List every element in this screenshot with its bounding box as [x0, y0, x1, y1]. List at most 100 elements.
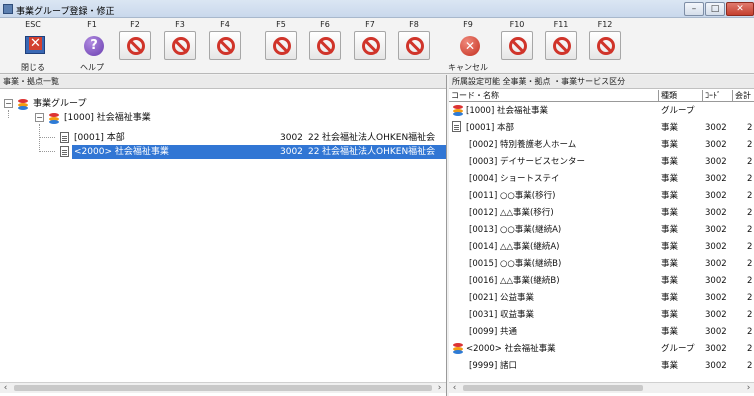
column-header-accounting[interactable]: 会計: [733, 90, 754, 102]
disabled-icon: [273, 37, 291, 55]
table-row[interactable]: [0004] ショートステイ 事業 3002 2: [449, 172, 754, 186]
f8-key-group: F8: [394, 18, 434, 74]
help-button[interactable]: ?: [76, 31, 108, 60]
tree-node-business[interactable]: [0001] 本部 3002 22 社会福祉法人OHKEN福祉会: [58, 131, 446, 145]
f12-key-label: F12: [597, 20, 613, 29]
f4-key-group: F4: [205, 18, 245, 74]
f3-button[interactable]: [164, 31, 196, 60]
column-header-type[interactable]: 種類: [659, 90, 703, 102]
disabled-icon: [553, 37, 571, 55]
group-icon: [451, 342, 465, 354]
cancel-button[interactable]: ✕: [452, 31, 484, 60]
cell-type: 事業: [661, 293, 679, 303]
f12-button[interactable]: [589, 31, 621, 60]
document-icon: [452, 121, 461, 132]
tree-node-group[interactable]: − [1000] 社会福祉事業: [0, 111, 446, 125]
table-row[interactable]: <2000> 社会福祉事業 グループ 3002 2: [449, 342, 754, 356]
tree-node-business[interactable]: <2000> 社会福祉事業 3002 22 社会福祉法人OHKEN福祉会: [58, 145, 446, 159]
right-horizontal-scrollbar[interactable]: ‹ ›: [449, 382, 754, 393]
column-header-name[interactable]: コード・名称: [449, 90, 659, 102]
cell-accounting: 2: [747, 344, 753, 354]
cell-name: <2000> 社会福祉事業: [466, 344, 556, 354]
cell-code: 3002: [705, 157, 727, 167]
cell-code: 3002: [705, 293, 727, 303]
f4-key-label: F4: [220, 20, 230, 29]
close-button[interactable]: [17, 31, 49, 60]
table-row[interactable]: [0012] △△事業(移行) 事業 3002 2: [449, 206, 754, 220]
f9-key-group: F9 ✕ キャンセル: [448, 18, 488, 74]
disabled-icon: [127, 37, 145, 55]
cell-type: グループ: [661, 106, 695, 116]
left-panel-header: 事業・拠点一覧: [0, 75, 446, 89]
disabled-icon: [217, 37, 235, 55]
cell-code: 3002: [705, 123, 727, 133]
cell-code: 3002: [705, 225, 727, 235]
tree-connector: [39, 151, 55, 152]
left-horizontal-scrollbar[interactable]: ‹ ›: [0, 382, 446, 393]
table-row[interactable]: [0011] ○○事業(移行) 事業 3002 2: [449, 189, 754, 203]
expander-icon[interactable]: −: [4, 99, 13, 108]
close-window-button[interactable]: ✕: [726, 2, 754, 16]
disabled-icon: [406, 37, 424, 55]
f3-key-label: F3: [175, 20, 185, 29]
f9-key-label: F9: [463, 20, 473, 29]
cell-name: [0016] △△事業(継続B): [469, 276, 560, 286]
column-header-code[interactable]: ｺｰﾄﾞ: [703, 90, 733, 102]
table-row[interactable]: [0014] △△事業(継続A) 事業 3002 2: [449, 240, 754, 254]
tree-node-label: 事業グループ: [33, 99, 87, 109]
maximize-button[interactable]: □: [705, 2, 725, 16]
cell-accounting: 2: [747, 361, 753, 371]
cell-accounting: 2: [747, 123, 753, 133]
f8-button[interactable]: [398, 31, 430, 60]
f7-key-group: F7: [350, 18, 390, 74]
tree-connector: [39, 137, 55, 138]
tree-connector: [39, 124, 40, 152]
scroll-thumb[interactable]: [463, 385, 643, 391]
tree-node-root[interactable]: − 事業グループ: [0, 97, 446, 111]
cell-accounting: 2: [747, 157, 753, 167]
cell-name: [0021] 公益事業: [469, 293, 534, 303]
f10-button[interactable]: [501, 31, 533, 60]
table-row[interactable]: [0001] 本部 事業 3002 2: [449, 121, 754, 135]
f5-key-label: F5: [276, 20, 286, 29]
function-key-toolbar: ESC 閉じる F1 ? ヘルプ F2 F3 F4 F5 F6 F7 F8 F9…: [0, 18, 754, 74]
scroll-right-icon[interactable]: ›: [743, 383, 754, 394]
tree-node-label: <2000> 社会福祉事業: [74, 147, 169, 157]
scroll-left-icon[interactable]: ‹: [0, 383, 11, 394]
f4-button[interactable]: [209, 31, 241, 60]
f5-button[interactable]: [265, 31, 297, 60]
f2-key-group: F2: [115, 18, 155, 74]
f8-key-label: F8: [409, 20, 419, 29]
table-row[interactable]: [1000] 社会福祉事業 グループ: [449, 104, 754, 118]
cancel-button-label: キャンセル: [448, 63, 488, 72]
cell-accounting: 2: [747, 225, 753, 235]
f10-key-label: F10: [509, 20, 525, 29]
table-row[interactable]: [9999] 諸口 事業 3002 2: [449, 359, 754, 373]
f2-button[interactable]: [119, 31, 151, 60]
table-row[interactable]: [0021] 公益事業 事業 3002 2: [449, 291, 754, 305]
table-row[interactable]: [0003] デイサービスセンター 事業 3002 2: [449, 155, 754, 169]
f11-button[interactable]: [545, 31, 577, 60]
disabled-icon: [362, 37, 380, 55]
expander-icon[interactable]: −: [35, 113, 44, 122]
window-title: 事業グループ登録・修正: [16, 7, 115, 17]
table-row[interactable]: [0015] ○○事業(継続B) 事業 3002 2: [449, 257, 754, 271]
table-row[interactable]: [0002] 特別養護老人ホーム 事業 3002 2: [449, 138, 754, 152]
tree-node-label: [1000] 社会福祉事業: [64, 113, 151, 123]
table-row[interactable]: [0016] △△事業(継続B) 事業 3002 2: [449, 274, 754, 288]
f6-button[interactable]: [309, 31, 341, 60]
cell-code: 3002: [705, 242, 727, 252]
cell-type: 事業: [661, 242, 679, 252]
table-row[interactable]: [0013] ○○事業(継続A) 事業 3002 2: [449, 223, 754, 237]
scroll-left-icon[interactable]: ‹: [449, 383, 460, 394]
cell-name: [0031] 収益事業: [469, 310, 534, 320]
disabled-icon: [509, 37, 527, 55]
table-row[interactable]: [0031] 収益事業 事業 3002 2: [449, 308, 754, 322]
scroll-right-icon[interactable]: ›: [434, 383, 445, 394]
cell-code: 3002: [705, 208, 727, 218]
cell-type: 事業: [661, 208, 679, 218]
scroll-thumb[interactable]: [14, 385, 432, 391]
f7-button[interactable]: [354, 31, 386, 60]
table-row[interactable]: [0099] 共通 事業 3002 2: [449, 325, 754, 339]
minimize-button[interactable]: –: [684, 2, 704, 16]
